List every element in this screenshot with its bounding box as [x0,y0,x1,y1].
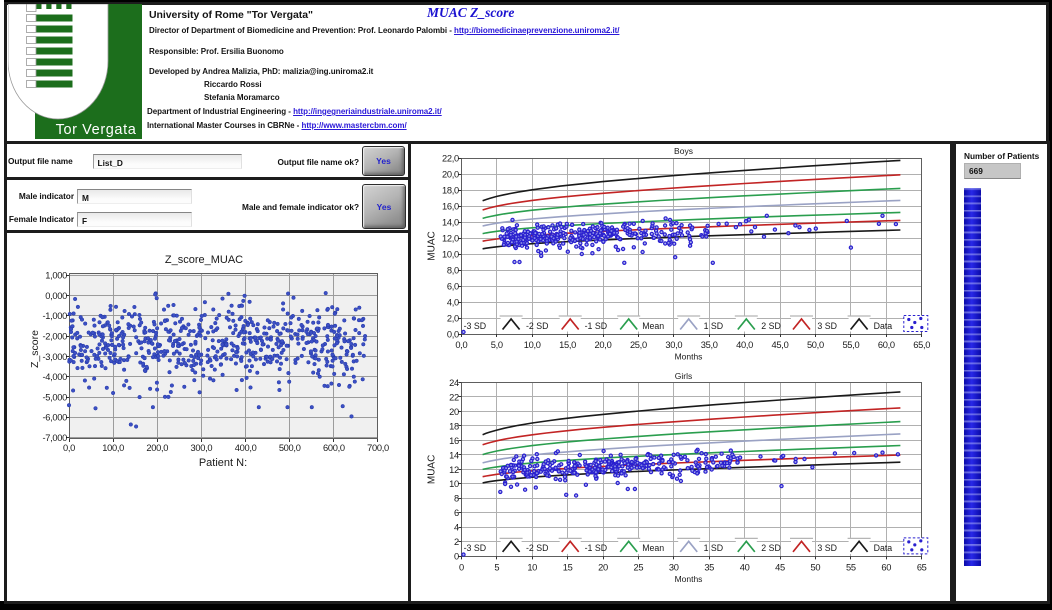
svg-text:55,0: 55,0 [842,340,859,350]
svg-text:3 SD: 3 SD [817,543,837,553]
svg-text:12,0: 12,0 [442,233,459,243]
svg-text:22: 22 [449,392,459,402]
svg-text:MUAC: MUAC [426,455,437,484]
svg-text:Z_score: Z_score [29,330,41,368]
svg-text:Boys: Boys [674,146,693,156]
svg-text:5: 5 [494,562,499,572]
svg-text:Mean: Mean [642,321,664,331]
svg-text:24: 24 [449,378,459,388]
svg-text:0,000: 0,000 [45,291,67,301]
svg-text:600,0: 600,0 [323,443,345,453]
svg-text:2 SD: 2 SD [761,321,781,331]
svg-text:1 SD: 1 SD [704,543,724,553]
svg-text:10,0: 10,0 [442,249,459,259]
svg-text:-2 SD: -2 SD [526,321,549,331]
svg-text:12: 12 [449,465,459,475]
svg-text:400,0: 400,0 [235,443,257,453]
svg-text:-4,000: -4,000 [42,372,67,382]
svg-text:-1 SD: -1 SD [585,321,608,331]
svg-text:45: 45 [775,562,785,572]
svg-text:50,0: 50,0 [807,340,824,350]
svg-text:10,0: 10,0 [524,340,541,350]
svg-text:35,0: 35,0 [701,340,718,350]
svg-text:60,0: 60,0 [878,340,895,350]
svg-text:-2 SD: -2 SD [526,543,549,553]
svg-text:8: 8 [454,494,459,504]
svg-text:300,0: 300,0 [191,443,213,453]
svg-text:0,0: 0,0 [63,443,75,453]
svg-text:Data: Data [874,543,893,553]
svg-text:Girls: Girls [675,371,692,381]
svg-text:5,0: 5,0 [491,340,503,350]
svg-text:30: 30 [669,562,679,572]
svg-text:10: 10 [527,562,537,572]
svg-text:-3,000: -3,000 [42,352,67,362]
svg-text:35: 35 [704,562,714,572]
svg-text:6: 6 [454,508,459,518]
svg-text:-6,000: -6,000 [42,413,67,423]
svg-text:Patient N:: Patient N: [199,457,247,469]
svg-text:0,0: 0,0 [455,340,467,350]
svg-text:25: 25 [634,562,644,572]
svg-text:8,0: 8,0 [447,265,459,275]
svg-text:Z_score_MUAC: Z_score_MUAC [165,254,243,266]
svg-text:Months: Months [675,352,703,362]
svg-text:0,0: 0,0 [447,329,459,339]
svg-text:-2,000: -2,000 [42,332,67,342]
svg-text:30,0: 30,0 [665,340,682,350]
svg-text:500,0: 500,0 [279,443,301,453]
svg-text:14,0: 14,0 [442,217,459,227]
svg-text:2 SD: 2 SD [761,543,781,553]
svg-text:0: 0 [459,562,464,572]
svg-text:6,0: 6,0 [447,281,459,291]
svg-text:65: 65 [917,562,927,572]
svg-text:20: 20 [598,562,608,572]
svg-text:1,000: 1,000 [45,271,67,281]
svg-text:60: 60 [881,562,891,572]
svg-text:10: 10 [449,479,459,489]
svg-text:Data: Data [874,321,893,331]
svg-text:0: 0 [454,552,459,562]
svg-text:2: 2 [454,537,459,547]
svg-text:18: 18 [449,421,459,431]
svg-text:22,0: 22,0 [442,153,459,163]
svg-text:55: 55 [846,562,856,572]
svg-text:3 SD: 3 SD [817,321,837,331]
svg-text:40,0: 40,0 [736,340,753,350]
svg-text:Mean: Mean [642,543,664,553]
svg-text:18,0: 18,0 [442,185,459,195]
svg-text:65,0: 65,0 [913,340,930,350]
svg-text:-1,000: -1,000 [42,311,67,321]
svg-text:700,0: 700,0 [367,443,389,453]
svg-text:20,0: 20,0 [442,169,459,179]
svg-text:16: 16 [449,436,459,446]
svg-text:-7,000: -7,000 [42,433,67,443]
svg-text:MUAC: MUAC [426,231,437,260]
svg-text:-3 SD: -3 SD [464,321,487,331]
svg-text:2,0: 2,0 [447,313,459,323]
svg-text:14: 14 [449,450,459,460]
svg-text:16,0: 16,0 [442,201,459,211]
svg-text:15,0: 15,0 [559,340,576,350]
svg-text:Months: Months [675,574,703,584]
svg-text:50: 50 [811,562,821,572]
svg-text:-5,000: -5,000 [42,392,67,402]
svg-text:100,0: 100,0 [102,443,124,453]
svg-text:40: 40 [740,562,750,572]
svg-text:20,0: 20,0 [595,340,612,350]
svg-text:1 SD: 1 SD [704,321,724,331]
svg-text:4: 4 [454,523,459,533]
svg-text:200,0: 200,0 [146,443,168,453]
svg-text:15: 15 [563,562,573,572]
svg-text:Tor Vergata: Tor Vergata [56,122,137,138]
svg-text:45,0: 45,0 [772,340,789,350]
svg-text:-3 SD: -3 SD [464,543,487,553]
svg-text:20: 20 [449,407,459,417]
svg-text:-1 SD: -1 SD [585,543,608,553]
svg-text:4,0: 4,0 [447,297,459,307]
svg-text:25,0: 25,0 [630,340,647,350]
